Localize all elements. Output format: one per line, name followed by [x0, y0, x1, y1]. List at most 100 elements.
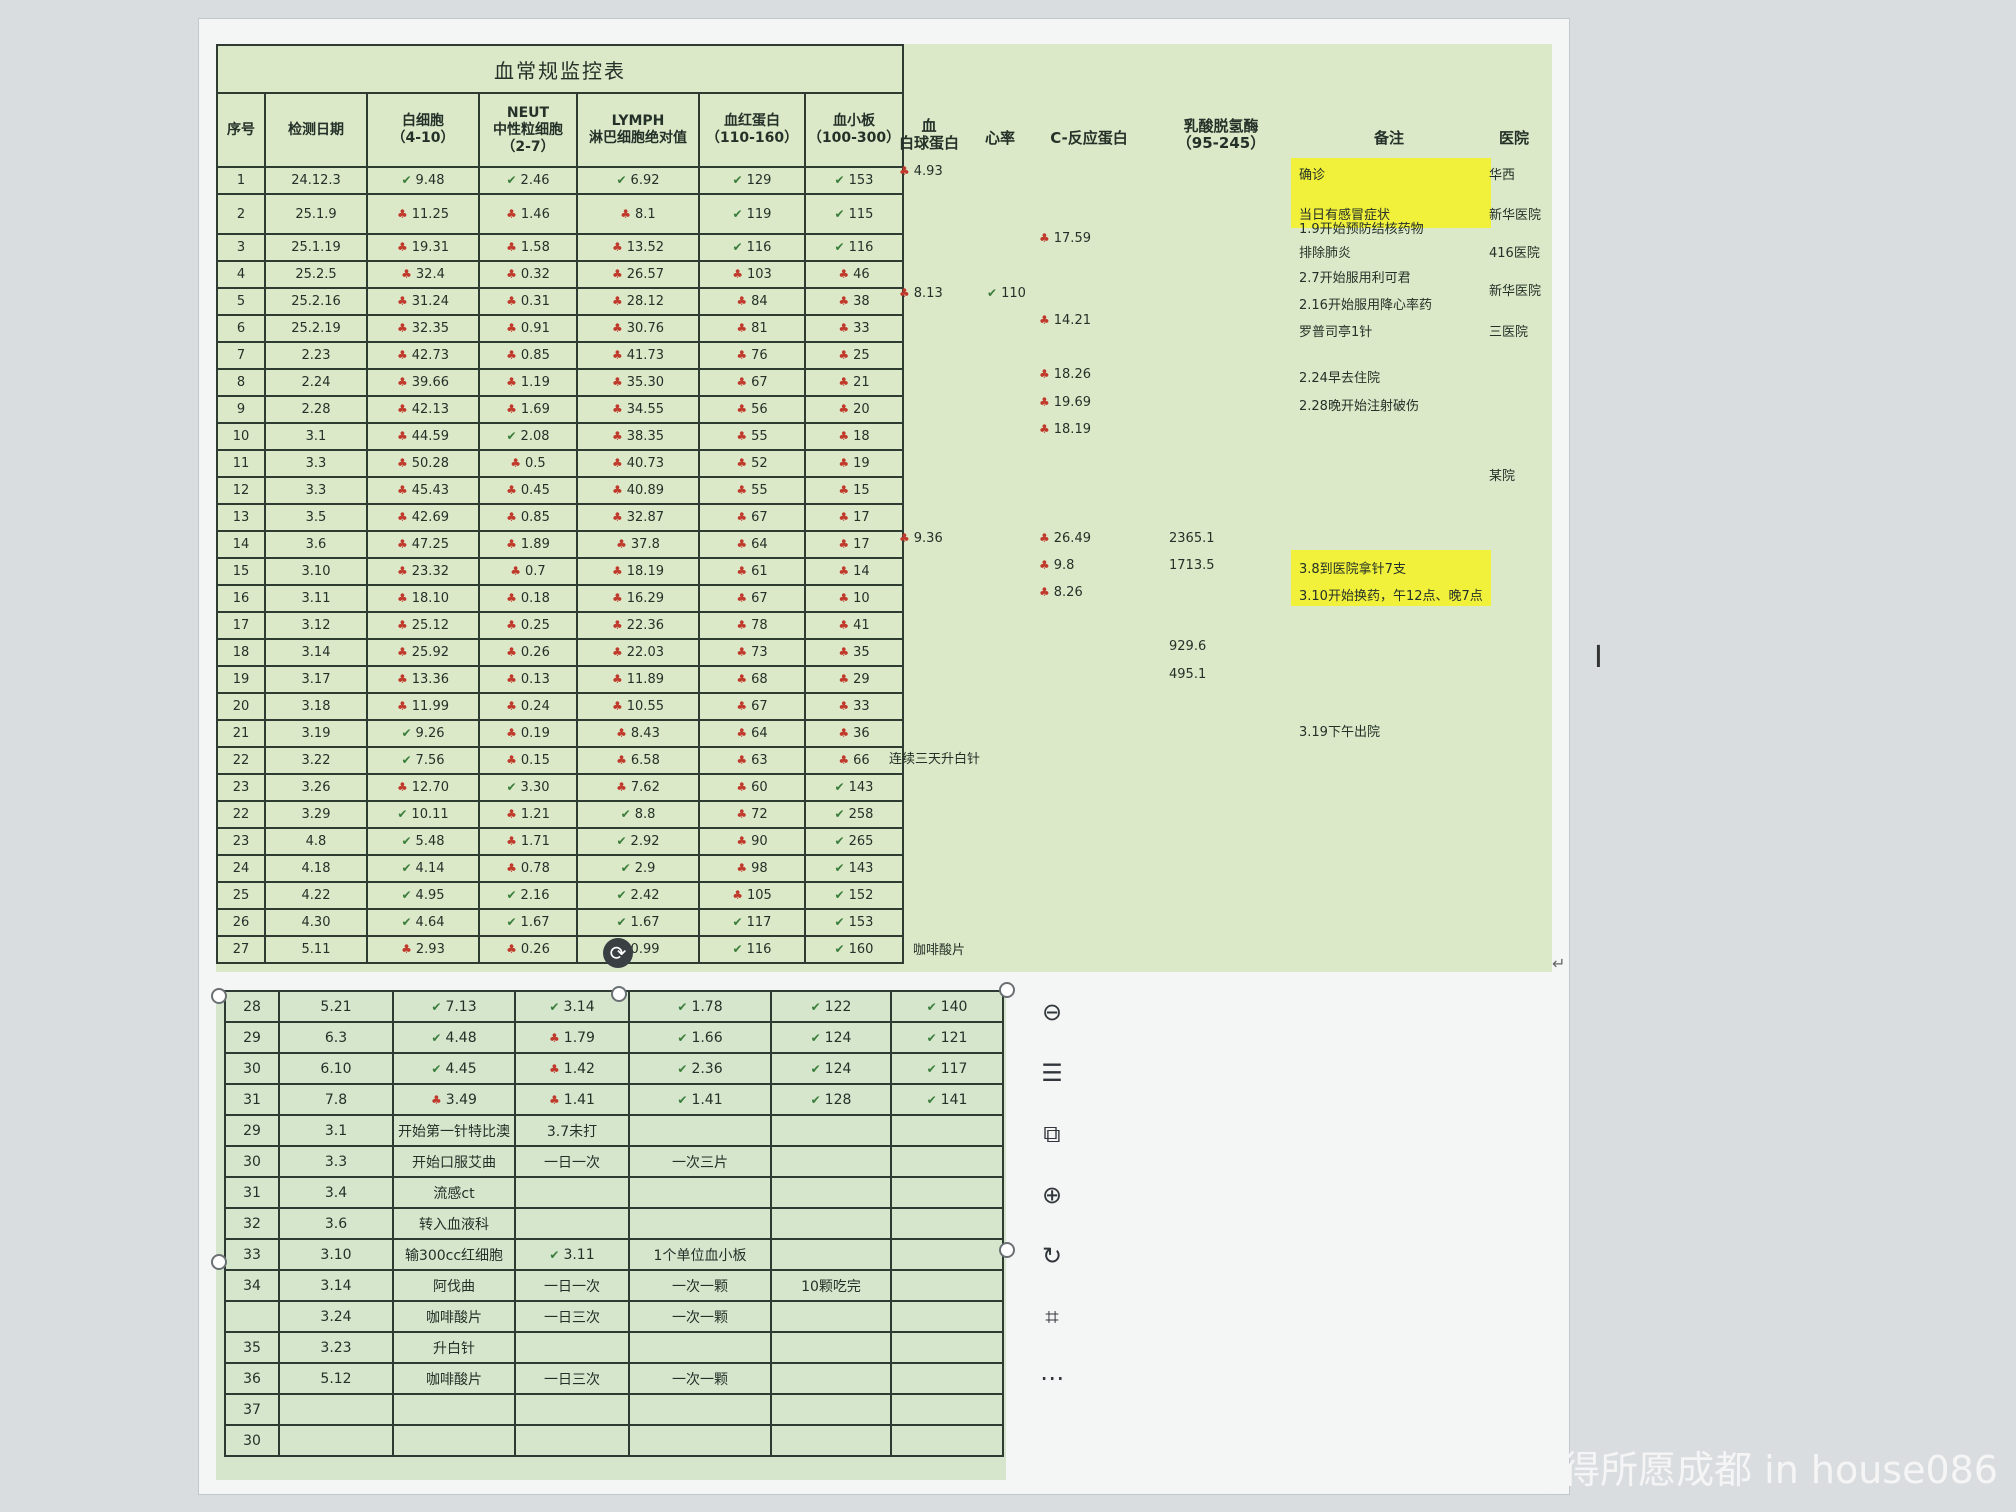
table-cell[interactable]: 3.4	[278, 1176, 394, 1209]
table-cell[interactable]: 10	[216, 422, 266, 451]
table-cell[interactable]: ♣ 34.55	[576, 395, 700, 424]
table-cell[interactable]: 3.26	[264, 773, 368, 802]
table-cell[interactable]	[770, 1300, 892, 1333]
table-cell[interactable]: ✔ 128	[770, 1083, 892, 1116]
spreadsheet-image-upper[interactable]: 血常规监控表 序号 检测日期 白细胞 （4-10） NEUT 中性粒细胞 （2-7） L…	[216, 44, 1552, 972]
table-cell[interactable]: ♣ 35.30	[576, 368, 700, 397]
ocr-icon[interactable]: ⌗	[1030, 1295, 1074, 1339]
table-cell[interactable]: 3.23	[278, 1331, 394, 1364]
table-cell[interactable]: 6	[216, 314, 266, 343]
table-cell[interactable]: ✔ 1.67	[576, 908, 700, 937]
table-cell[interactable]: 13	[216, 503, 266, 532]
table-cell[interactable]	[514, 1424, 630, 1457]
table-cell[interactable]: ✔ 7.13	[392, 990, 516, 1023]
table-cell[interactable]: 23	[216, 827, 266, 856]
table-cell[interactable]: 3.11	[264, 584, 368, 613]
table-cell[interactable]	[514, 1393, 630, 1426]
table-cell[interactable]	[392, 1393, 516, 1426]
table-cell[interactable]: ♣ 1.42	[514, 1052, 630, 1085]
table-cell[interactable]: ♣ 12.70	[366, 773, 480, 802]
table-cell[interactable]: ✔ 2.16	[478, 881, 578, 910]
table-cell[interactable]	[770, 1145, 892, 1178]
table-cell[interactable]	[514, 1207, 630, 1240]
table-cell[interactable]: 10颗吃完	[770, 1269, 892, 1302]
table-cell[interactable]: ♣ 8.1	[576, 193, 700, 235]
table-cell[interactable]: ♣ 16.29	[576, 584, 700, 613]
table-cell[interactable]: 25	[216, 881, 266, 910]
table-cell[interactable]: ✔ 3.30	[478, 773, 578, 802]
table-cell[interactable]: 一次三片	[628, 1145, 772, 1178]
table-cell[interactable]	[770, 1176, 892, 1209]
table-cell[interactable]	[890, 1207, 1004, 1240]
table-cell[interactable]: ♣ 22.03	[576, 638, 700, 667]
table-cell[interactable]: 一日三次	[514, 1362, 630, 1395]
table-cell[interactable]: ✔ 119	[698, 193, 806, 235]
table-cell[interactable]: 35	[224, 1331, 280, 1364]
table-cell[interactable]: ♣ 41.73	[576, 341, 700, 370]
table-cell[interactable]: ♣ 1.79	[514, 1021, 630, 1054]
table-cell[interactable]	[770, 1114, 892, 1147]
table-cell[interactable]: ♣ 1.71	[478, 827, 578, 856]
table-cell[interactable]: ♣ 68	[698, 665, 806, 694]
table-cell[interactable]: ♣ 1.89	[478, 530, 578, 559]
table-cell[interactable]: ♣ 7.62	[576, 773, 700, 802]
table-cell[interactable]: ♣ 90	[698, 827, 806, 856]
table-cell[interactable]: 15	[216, 557, 266, 586]
table-cell[interactable]	[890, 1176, 1004, 1209]
table-cell[interactable]: ✔ 4.14	[366, 854, 480, 883]
table-cell[interactable]: ♣ 0.85	[478, 503, 578, 532]
zoom-in-icon[interactable]: ⊕	[1030, 1173, 1074, 1217]
table-cell[interactable]: ♣ 28.12	[576, 287, 700, 316]
table-cell[interactable]: ♣ 25.92	[366, 638, 480, 667]
table-cell[interactable]: ♣ 42.69	[366, 503, 480, 532]
table-cell[interactable]: ♣ 52	[698, 449, 806, 478]
table-cell[interactable]: ♣ 103	[698, 260, 806, 289]
table-cell[interactable]: ✔ 1.67	[478, 908, 578, 937]
table-cell[interactable]: ♣ 1.41	[514, 1083, 630, 1116]
table-cell[interactable]: 6.10	[278, 1052, 394, 1085]
table-cell[interactable]: 32	[224, 1207, 280, 1240]
table-cell[interactable]: 30	[224, 1424, 280, 1457]
table-cell[interactable]: ♣ 19.31	[366, 233, 480, 262]
table-cell[interactable]: 12	[216, 476, 266, 505]
table-cell[interactable]: 一次一颗	[628, 1269, 772, 1302]
table-cell[interactable]: 27	[216, 935, 266, 964]
table-cell[interactable]: 3.17	[264, 665, 368, 694]
zoom-out-icon[interactable]: ⊖	[1030, 990, 1074, 1034]
table-cell[interactable]: ♣ 67	[698, 692, 806, 721]
table-cell[interactable]: ♣ 76	[698, 341, 806, 370]
resize-handle-top-left[interactable]	[211, 988, 227, 1004]
table-cell[interactable]	[770, 1424, 892, 1457]
table-cell[interactable]: 3.1	[278, 1114, 394, 1147]
table-cell[interactable]: ♣ 23.32	[366, 557, 480, 586]
table-cell[interactable]	[514, 1331, 630, 1364]
table-cell[interactable]: 3.1	[264, 422, 368, 451]
table-cell[interactable]: ♣ 22.36	[576, 611, 700, 640]
table-cell[interactable]: ♣ 64	[698, 530, 806, 559]
table-cell[interactable]: ♣ 64	[698, 719, 806, 748]
table-cell[interactable]: ♣ 11.89	[576, 665, 700, 694]
table-cell[interactable]: 2.23	[264, 341, 368, 370]
table-cell[interactable]: 3.14	[278, 1269, 394, 1302]
table-cell[interactable]: 25.2.16	[264, 287, 368, 316]
table-cell[interactable]	[628, 1331, 772, 1364]
table-cell[interactable]	[770, 1393, 892, 1426]
table-cell[interactable]: 25.1.9	[264, 193, 368, 235]
table-cell[interactable]: 7	[216, 341, 266, 370]
table-cell[interactable]	[890, 1393, 1004, 1426]
table-cell[interactable]: ♣ 32.35	[366, 314, 480, 343]
table-cell[interactable]: 26	[216, 908, 266, 937]
table-cell[interactable]: ♣ 10.55	[576, 692, 700, 721]
table-cell[interactable]: ♣ 1.19	[478, 368, 578, 397]
table-cell[interactable]: ♣ 84	[698, 287, 806, 316]
table-cell[interactable]: 25.2.5	[264, 260, 368, 289]
table-cell[interactable]: ✔ 122	[770, 990, 892, 1023]
table-cell[interactable]: ♣ 32.87	[576, 503, 700, 532]
table-cell[interactable]: 转入血液科	[392, 1207, 516, 1240]
table-cell[interactable]: ♣ 0.31	[478, 287, 578, 316]
table-cell[interactable]: 20	[216, 692, 266, 721]
table-cell[interactable]: ♣ 55	[698, 476, 806, 505]
table-cell[interactable]: ♣ 0.5	[478, 449, 578, 478]
table-cell[interactable]: 3.6	[264, 530, 368, 559]
table-cell[interactable]: ✔ 129	[698, 166, 806, 195]
